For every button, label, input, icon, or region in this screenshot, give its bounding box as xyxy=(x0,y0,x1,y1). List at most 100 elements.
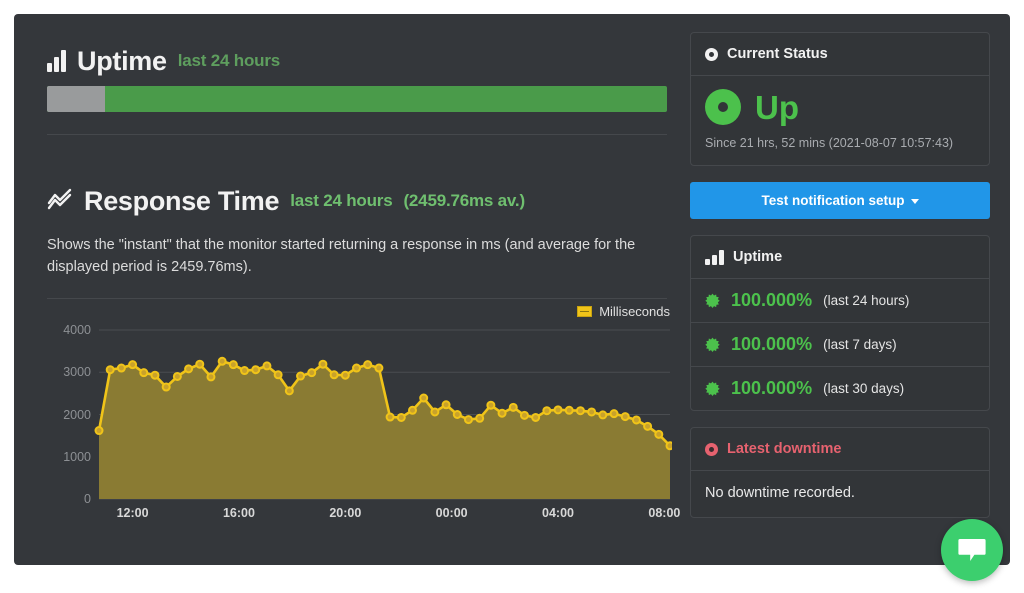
chart-legend: Milliseconds xyxy=(577,304,670,319)
uptime-period: (last 30 days) xyxy=(823,381,904,396)
status-dot-icon xyxy=(705,48,718,61)
chart-data-point[interactable] xyxy=(230,361,237,368)
chart-svg xyxy=(47,324,672,517)
chart-data-point[interactable] xyxy=(633,416,640,423)
uptime-panel-body: 100.000% (last 24 hours) 100.000% (last … xyxy=(691,279,989,410)
chart-data-point[interactable] xyxy=(611,410,618,417)
x-axis-tick-label: 00:00 xyxy=(436,506,468,520)
chart-data-point[interactable] xyxy=(454,411,461,418)
chart-data-point[interactable] xyxy=(140,369,147,376)
current-status-panel-body: Up Since 21 hrs, 52 mins (2021-08-07 10:… xyxy=(691,76,989,165)
y-axis-tick-label: 4000 xyxy=(47,323,91,337)
chart-data-point[interactable] xyxy=(443,401,450,408)
chart-data-point[interactable] xyxy=(667,442,673,449)
chart-data-point[interactable] xyxy=(387,414,394,421)
line-chart-icon xyxy=(47,188,73,215)
response-time-heading: Response Time last 24 hours (2459.76ms a… xyxy=(47,180,525,222)
status-value: Up xyxy=(755,91,799,124)
uptime-bar[interactable] xyxy=(47,86,667,112)
sidebar: Current Status Up Since 21 hrs, 52 mins … xyxy=(690,32,990,534)
chart-data-point[interactable] xyxy=(151,372,158,379)
chart-data-point[interactable] xyxy=(297,373,304,380)
response-time-average: (2459.76ms av.) xyxy=(403,191,524,211)
chart-data-point[interactable] xyxy=(364,361,371,368)
x-axis-tick-label: 04:00 xyxy=(542,506,574,520)
status-row: Up xyxy=(705,89,975,125)
chart-data-point[interactable] xyxy=(163,384,170,391)
x-axis-tick-label: 20:00 xyxy=(329,506,361,520)
chart-data-point[interactable] xyxy=(96,427,103,434)
chart-data-point[interactable] xyxy=(431,408,438,415)
chart-data-point[interactable] xyxy=(487,402,494,409)
chart-data-point[interactable] xyxy=(532,414,539,421)
y-axis-tick-label: 2000 xyxy=(47,408,91,422)
chart-data-point[interactable] xyxy=(219,358,226,365)
chart-data-point[interactable] xyxy=(599,411,606,418)
uptime-percent: 100.000% xyxy=(731,378,812,399)
y-axis-tick-label: 1000 xyxy=(47,450,91,464)
chart-data-point[interactable] xyxy=(655,431,662,438)
chart-data-point[interactable] xyxy=(308,369,315,376)
chart-data-point[interactable] xyxy=(263,362,270,369)
uptime-percent: 100.000% xyxy=(731,334,812,355)
chart-data-point[interactable] xyxy=(118,365,125,372)
chart-data-point[interactable] xyxy=(342,372,349,379)
uptime-panel: Uptime 100.000% (last 24 hours) 100.000%… xyxy=(690,235,990,411)
chart-data-point[interactable] xyxy=(465,416,472,423)
chart-data-point[interactable] xyxy=(196,361,203,368)
chart-data-point[interactable] xyxy=(275,371,282,378)
chart-data-point[interactable] xyxy=(241,367,248,374)
test-notification-setup-button[interactable]: Test notification setup xyxy=(690,182,990,219)
x-axis-tick-label: 16:00 xyxy=(223,506,255,520)
chart-data-point[interactable] xyxy=(622,413,629,420)
chart-area-fill xyxy=(99,361,670,499)
response-time-subtitle: last 24 hours xyxy=(290,191,392,211)
chart-data-point[interactable] xyxy=(521,412,528,419)
chart-data-point[interactable] xyxy=(588,408,595,415)
chart-data-point[interactable] xyxy=(207,373,214,380)
uptime-panel-header: Uptime xyxy=(691,236,989,279)
chart-data-point[interactable] xyxy=(409,407,416,414)
chart-data-point[interactable] xyxy=(107,366,114,373)
chart-data-point[interactable] xyxy=(420,395,427,402)
response-time-description: Shows the "instant" that the monitor sta… xyxy=(47,234,672,279)
chat-bubble-icon xyxy=(957,537,987,563)
chart-data-point[interactable] xyxy=(174,373,181,380)
status-up-icon xyxy=(705,89,741,125)
current-status-panel-title: Current Status xyxy=(727,46,828,62)
chart-data-point[interactable] xyxy=(286,387,293,394)
chart-data-point[interactable] xyxy=(566,407,573,414)
latest-downtime-panel: Latest downtime No downtime recorded. xyxy=(690,427,990,518)
chart-data-point[interactable] xyxy=(331,371,338,378)
chart-data-point[interactable] xyxy=(476,415,483,422)
chart-data-point[interactable] xyxy=(543,407,550,414)
chart-data-point[interactable] xyxy=(252,366,259,373)
bar-chart-icon xyxy=(47,50,66,72)
status-dot-danger-icon xyxy=(705,443,718,456)
x-axis-tick-label: 12:00 xyxy=(117,506,149,520)
burst-icon xyxy=(705,381,720,396)
chart-data-point[interactable] xyxy=(644,423,651,430)
chart-data-point[interactable] xyxy=(375,365,382,372)
chart-data-point[interactable] xyxy=(555,406,562,413)
chart-data-point[interactable] xyxy=(510,404,517,411)
chart-data-point[interactable] xyxy=(577,407,584,414)
chart-data-point[interactable] xyxy=(398,414,405,421)
legend-swatch-icon xyxy=(577,306,592,317)
uptime-period: (last 7 days) xyxy=(823,337,897,352)
chart-plot-area: 0100020003000400012:0016:0020:0000:0004:… xyxy=(47,324,672,517)
uptime-panel-title: Uptime xyxy=(733,249,782,265)
current-status-panel: Current Status Up Since 21 hrs, 52 mins … xyxy=(690,32,990,166)
uptime-percent: 100.000% xyxy=(731,290,812,311)
chart-data-point[interactable] xyxy=(319,361,326,368)
chat-widget-button[interactable] xyxy=(941,519,1003,581)
burst-icon xyxy=(705,293,720,308)
latest-downtime-panel-header: Latest downtime xyxy=(691,428,989,471)
monitor-dashboard-card: Uptime last 24 hours Response Time last … xyxy=(14,14,1010,565)
chart-data-point[interactable] xyxy=(129,361,136,368)
uptime-period: (last 24 hours) xyxy=(823,293,909,308)
response-time-chart: Milliseconds 0100020003000400012:0016:00… xyxy=(47,302,672,517)
chart-data-point[interactable] xyxy=(499,410,506,417)
chart-data-point[interactable] xyxy=(185,365,192,372)
chart-data-point[interactable] xyxy=(353,365,360,372)
